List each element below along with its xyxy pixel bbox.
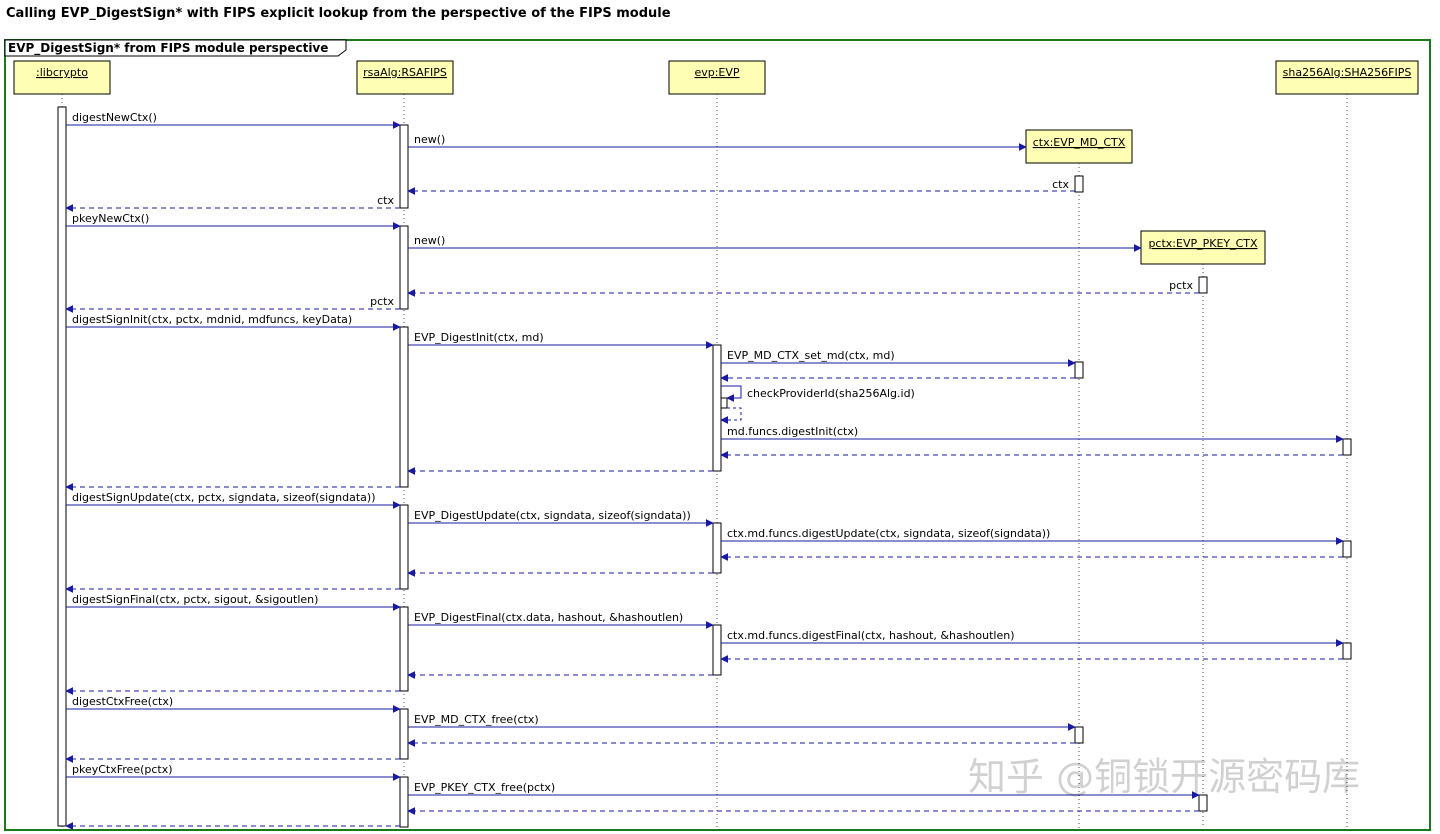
activation-bar: [57, 106, 67, 827]
activation-bar: [1074, 726, 1084, 744]
message-label: new(): [414, 234, 445, 247]
participant-label: rsaAlg:RSAFIPS: [363, 66, 447, 79]
participant-rsa: rsaAlg:RSAFIPS: [356, 60, 454, 95]
message-label: digestNewCtx(): [72, 111, 157, 124]
message-label: EVP_PKEY_CTX_free(pctx): [414, 781, 555, 794]
message-label: EVP_DigestInit(ctx, md): [414, 331, 544, 344]
activation-bar: [399, 776, 409, 828]
activation-bar: [399, 606, 409, 692]
message-label: EVP_DigestFinal(ctx.data, hashout, &hash…: [414, 611, 683, 624]
activation-bar: [399, 124, 409, 209]
participant-pctx: pctx:EVP_PKEY_CTX: [1140, 230, 1266, 265]
activation-bar: [1342, 642, 1352, 660]
message-label: EVP_MD_CTX_set_md(ctx, md): [727, 349, 895, 362]
message-label: digestCtxFree(ctx): [72, 695, 173, 708]
activation-bar: [1074, 175, 1084, 193]
message-label: ctx: [377, 194, 394, 207]
message-label: pkeyCtxFree(pctx): [72, 763, 173, 776]
activation-bar: [712, 344, 722, 472]
activation-bar: [399, 326, 409, 488]
activation-bar: [720, 397, 728, 409]
message-label: digestSignUpdate(ctx, pctx, signdata, si…: [72, 491, 376, 504]
activation-bar: [399, 504, 409, 590]
message-label: ctx.md.funcs.digestFinal(ctx, hashout, &…: [727, 629, 1015, 642]
message-label: digestSignFinal(ctx, pctx, sigout, &sigo…: [72, 593, 318, 606]
sequence-diagram: EVP_DigestSign* from FIPS module perspec…: [4, 39, 1431, 831]
participant-label: sha256Alg:SHA256FIPS: [1283, 66, 1412, 79]
participant-label: :libcrypto: [36, 66, 88, 79]
participant-label: pctx:EVP_PKEY_CTX: [1148, 237, 1258, 250]
self-message-arrow: [721, 385, 742, 402]
participant-libcrypto: :libcrypto: [13, 60, 111, 95]
message-label: checkProviderId(sha256Alg.id): [747, 387, 915, 400]
message-label: new(): [414, 133, 445, 146]
participant-label: evp:EVP: [694, 66, 739, 79]
participant-evp: evp:EVP: [668, 60, 766, 95]
frame-title: EVP_DigestSign* from FIPS module perspec…: [8, 41, 328, 56]
participant-sha: sha256Alg:SHA256FIPS: [1275, 60, 1419, 95]
activation-bar: [1198, 276, 1208, 294]
message-label: EVP_DigestUpdate(ctx, signdata, sizeof(s…: [414, 509, 691, 522]
activation-bar: [399, 708, 409, 760]
message-label: pkeyNewCtx(): [72, 212, 149, 225]
watermark: 知乎 @铜锁开源密码库: [968, 755, 1360, 799]
activation-bar: [1342, 438, 1352, 456]
activation-bar: [1074, 361, 1084, 379]
participant-ctx: ctx:EVP_MD_CTX: [1025, 129, 1133, 164]
activation-bar: [712, 522, 722, 574]
message-label: EVP_MD_CTX_free(ctx): [414, 713, 539, 726]
message-label: digestSignInit(ctx, pctx, mdnid, mdfuncs…: [72, 313, 352, 326]
self-return-arrow: [720, 407, 742, 424]
message-label: md.funcs.digestInit(ctx): [727, 425, 858, 438]
participant-label: ctx:EVP_MD_CTX: [1033, 136, 1126, 149]
activation-bar: [712, 624, 722, 676]
message-label: ctx.md.funcs.digestUpdate(ctx, signdata,…: [727, 527, 1050, 540]
message-label: pctx: [1169, 279, 1193, 292]
activation-bar: [399, 225, 409, 310]
activation-bar: [1342, 540, 1352, 558]
message-label: ctx: [1052, 178, 1069, 191]
message-label: pctx: [370, 295, 394, 308]
activations: [57, 106, 1352, 828]
messages: digestNewCtx() new() ctx ctx pkeyNewCtx(…: [65, 111, 1344, 830]
